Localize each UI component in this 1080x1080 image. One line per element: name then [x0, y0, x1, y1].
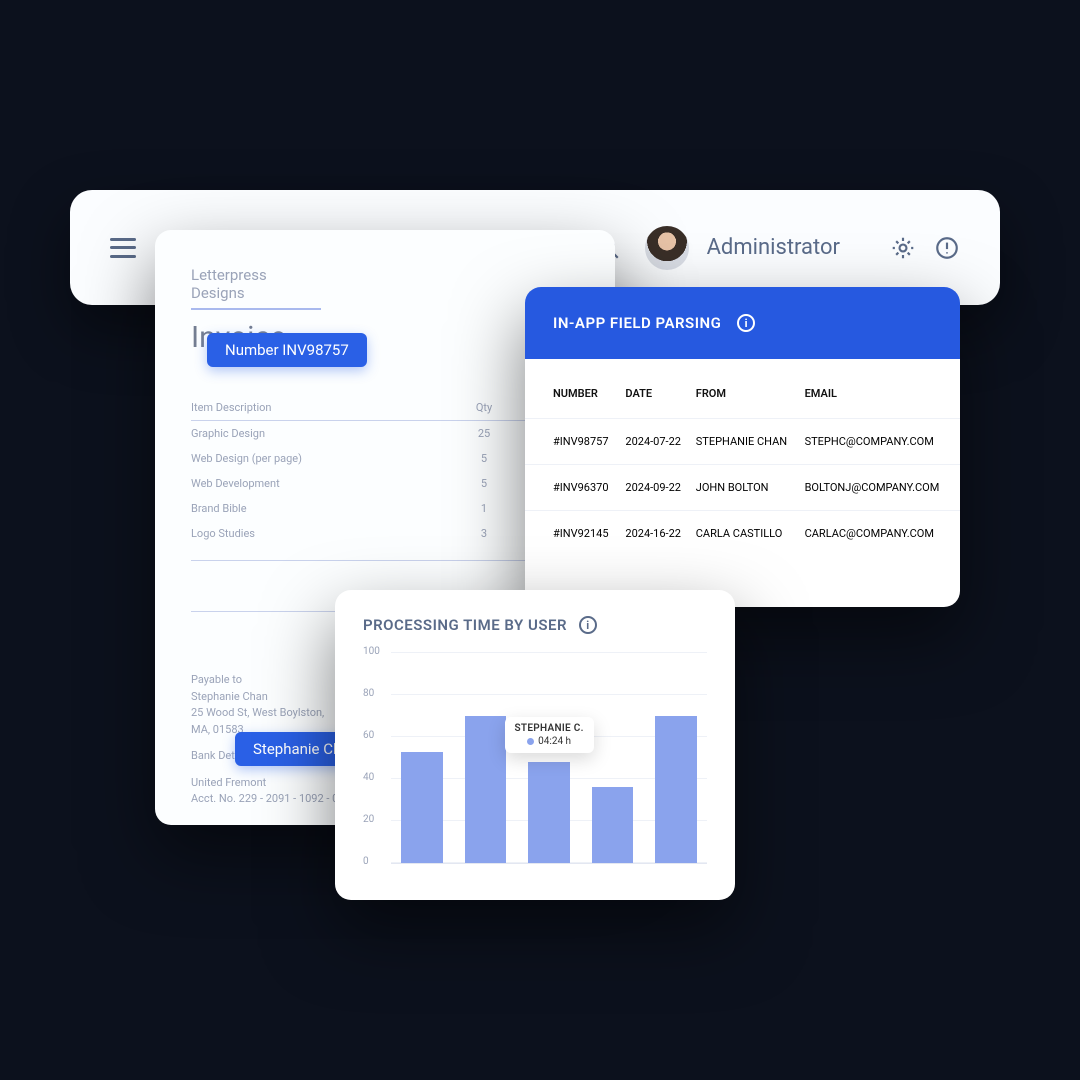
gear-icon[interactable]: [890, 235, 916, 261]
info-icon[interactable]: i: [737, 314, 755, 332]
processing-time-chart-card: PROCESSING TIME BY USER i 020406080100 S…: [335, 590, 735, 900]
parsing-table: NUMBER DATE FROM EMAIL #INV987572024-07-…: [525, 359, 960, 556]
cell-number: #INV92145: [525, 511, 625, 557]
cell-number: #INV98757: [525, 419, 625, 465]
cell-qty: 1: [459, 496, 509, 521]
invoice-number-tag: Number INV98757: [207, 333, 367, 367]
cell-desc: Brand Bible: [191, 496, 459, 521]
table-row: Graphic Design25$ 20.00: [191, 421, 579, 447]
tooltip-value: 04:24 h: [538, 736, 571, 747]
cell-date: 2024-09-22: [625, 465, 695, 511]
bar[interactable]: [528, 762, 570, 863]
table-row: Brand Bible1$ 30.00: [191, 496, 579, 521]
menu-icon[interactable]: [110, 238, 136, 258]
avatar[interactable]: [645, 226, 689, 270]
bar-chart: 020406080100 STEPHANIE C. 04:24 h: [391, 654, 707, 864]
cell-email: STEPHC@COMPANY.COM: [805, 419, 960, 465]
cell-date: 2024-16-22: [625, 511, 695, 557]
y-tick-label: 0: [363, 856, 369, 867]
cell-desc: Web Design (per page): [191, 446, 459, 471]
cell-email: BOLTONJ@COMPANY.COM: [805, 465, 960, 511]
y-tick-label: 100: [363, 646, 380, 657]
chart-title: PROCESSING TIME BY USER: [363, 616, 567, 634]
tooltip-name: STEPHANIE C.: [515, 723, 584, 734]
cell-desc: Web Development: [191, 471, 459, 496]
cell-email: CARLAC@COMPANY.COM: [805, 511, 960, 557]
invoice-line-items: Item Description Qty Price Graphic Desig…: [191, 395, 579, 546]
cell-qty: 3: [459, 521, 509, 546]
bar[interactable]: [592, 787, 634, 863]
y-tick-label: 80: [363, 688, 374, 699]
table-row: Web Design (per page)5$ 25.00: [191, 446, 579, 471]
cell-qty: 5: [459, 471, 509, 496]
col-from: FROM: [696, 359, 805, 419]
cell-number: #INV96370: [525, 465, 625, 511]
col-number: NUMBER: [525, 359, 625, 419]
cell-date: 2024-07-22: [625, 419, 695, 465]
cell-desc: Graphic Design: [191, 421, 459, 447]
bar[interactable]: [401, 752, 443, 863]
cell-from: JOHN BOLTON: [696, 465, 805, 511]
field-parsing-card: IN-APP FIELD PARSING i NUMBER DATE FROM …: [525, 287, 960, 607]
y-tick-label: 40: [363, 772, 374, 783]
col-qty: Qty: [459, 395, 509, 421]
alert-icon[interactable]: [934, 235, 960, 261]
col-date: DATE: [625, 359, 695, 419]
legend-dot-icon: [527, 738, 534, 745]
table-row: #INV963702024-09-22JOHN BOLTONBOLTONJ@CO…: [525, 465, 960, 511]
cell-from: STEPHANIE CHAN: [696, 419, 805, 465]
y-tick-label: 60: [363, 730, 374, 741]
cell-qty: 5: [459, 446, 509, 471]
user-role-label: Administrator: [707, 235, 840, 260]
table-row: Web Development5$ 50.00: [191, 471, 579, 496]
col-email: EMAIL: [805, 359, 960, 419]
info-icon[interactable]: i: [579, 616, 597, 634]
cell-desc: Logo Studies: [191, 521, 459, 546]
chart-tooltip: STEPHANIE C. 04:24 h: [505, 717, 594, 753]
cell-qty: 25: [459, 421, 509, 447]
cell-from: CARLA CASTILLO: [696, 511, 805, 557]
bar[interactable]: [655, 716, 697, 863]
table-row: #INV987572024-07-22STEPHANIE CHANSTEPHC@…: [525, 419, 960, 465]
bar[interactable]: [465, 716, 507, 863]
parsing-title: IN-APP FIELD PARSING: [553, 314, 721, 332]
table-row: #INV921452024-16-22CARLA CASTILLOCARLAC@…: [525, 511, 960, 557]
vendor-name: Letterpress Designs: [191, 266, 321, 310]
table-row: Logo Studies3$ 30.00: [191, 521, 579, 546]
col-description: Item Description: [191, 395, 459, 421]
y-tick-label: 20: [363, 814, 374, 825]
